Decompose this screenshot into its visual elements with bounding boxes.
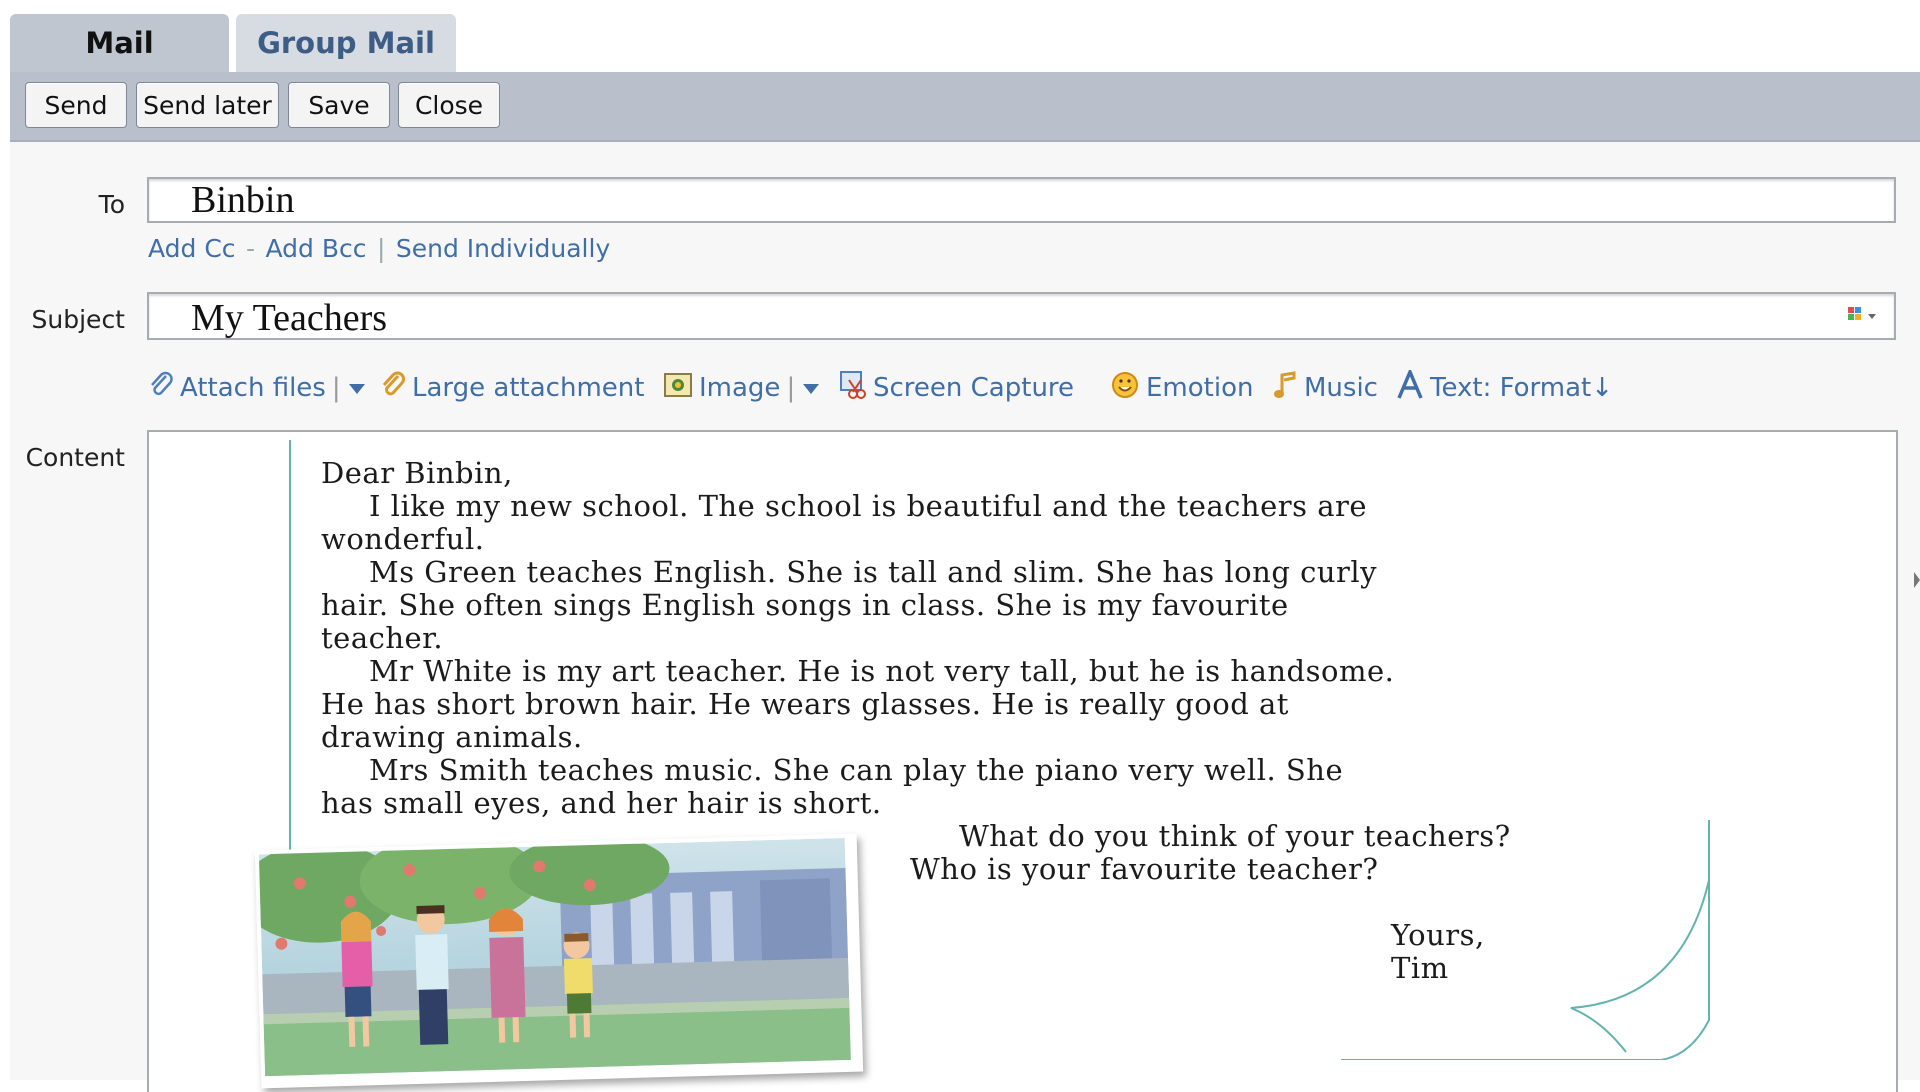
letter-line: He has short brown hair. He wears glasse…	[321, 687, 1289, 721]
music-button[interactable]: Music	[1272, 368, 1378, 408]
large-attachment-button[interactable]: Large attachment	[380, 368, 644, 408]
large-paperclip-icon	[380, 370, 412, 407]
letter-line: hair. She often sings English songs in c…	[321, 588, 1289, 622]
letter-line: teacher.	[321, 621, 444, 655]
text-format-button[interactable]: Text: Format↓	[1396, 367, 1614, 408]
letter-line: Mr White is my art teacher. He is not ve…	[369, 654, 1395, 688]
save-button[interactable]: Save	[288, 82, 390, 128]
chevron-down-icon[interactable]	[347, 373, 373, 403]
letter-line: drawing animals.	[321, 720, 583, 754]
to-value: Binbin	[191, 179, 295, 221]
content-label: Content	[25, 443, 125, 472]
screen-capture-label: Screen Capture	[873, 373, 1075, 403]
music-note-icon	[1272, 370, 1304, 407]
teachers-illustration	[240, 833, 864, 1089]
image-label: Image	[699, 373, 781, 403]
large-attachment-label: Large attachment	[412, 373, 645, 403]
add-cc-link[interactable]: Add Cc	[148, 234, 236, 263]
letter-line: Ms Green teaches English. She is tall an…	[369, 555, 1378, 589]
screen-capture-button[interactable]: Screen Capture	[839, 368, 1074, 408]
add-bcc-link[interactable]: Add Bcc	[266, 234, 367, 263]
image-button[interactable]: Image |	[663, 368, 827, 408]
separator: |	[376, 234, 386, 263]
send-later-button[interactable]: Send later	[136, 82, 279, 128]
emotion-label: Emotion	[1146, 373, 1254, 403]
close-button[interactable]: Close	[398, 82, 500, 128]
music-label: Music	[1304, 373, 1378, 403]
emotion-button[interactable]: Emotion	[1110, 368, 1253, 408]
scissors-icon	[839, 370, 873, 407]
separator: -	[246, 234, 256, 263]
letter-line: I like my new school. The school is beau…	[369, 489, 1368, 523]
subject-value: My Teachers	[191, 297, 388, 339]
smiley-icon	[1110, 370, 1146, 407]
to-field[interactable]: Binbin	[147, 177, 1896, 223]
tab-group-mail[interactable]: Group Mail	[236, 14, 456, 72]
page-curl-graphic	[1341, 820, 1710, 1060]
attach-files-button[interactable]: Attach files |	[148, 368, 373, 408]
attach-files-label: Attach files	[180, 373, 326, 403]
paperclip-icon	[148, 370, 180, 407]
letter-line: Who is your favourite teacher?	[910, 852, 1379, 886]
color-grid-icon[interactable]	[1846, 306, 1880, 331]
text-format-label: Text: Format↓	[1430, 373, 1614, 403]
send-individually-link[interactable]: Send Individually	[396, 234, 610, 263]
font-a-icon	[1396, 367, 1430, 407]
subject-label: Subject	[31, 305, 125, 334]
scroll-handle[interactable]	[1914, 570, 1920, 590]
image-icon	[663, 372, 699, 405]
recipient-options: Add Cc - Add Bcc | Send Individually	[148, 234, 610, 263]
letter-line: Dear Binbin,	[321, 456, 513, 490]
send-button[interactable]: Send	[25, 82, 127, 128]
toolbar: Send Send later Save Close	[10, 72, 1920, 142]
letter-line: Mrs Smith teaches music. She can play th…	[369, 753, 1344, 787]
chevron-down-icon[interactable]	[801, 373, 827, 403]
to-label: To	[98, 190, 125, 219]
letter-line: has small eyes, and her hair is short.	[321, 786, 882, 820]
tab-bar: Mail Group Mail	[10, 14, 1910, 72]
letter-line: wonderful.	[321, 522, 485, 556]
tab-mail[interactable]: Mail	[10, 14, 229, 72]
subject-field[interactable]: My Teachers	[147, 292, 1896, 340]
